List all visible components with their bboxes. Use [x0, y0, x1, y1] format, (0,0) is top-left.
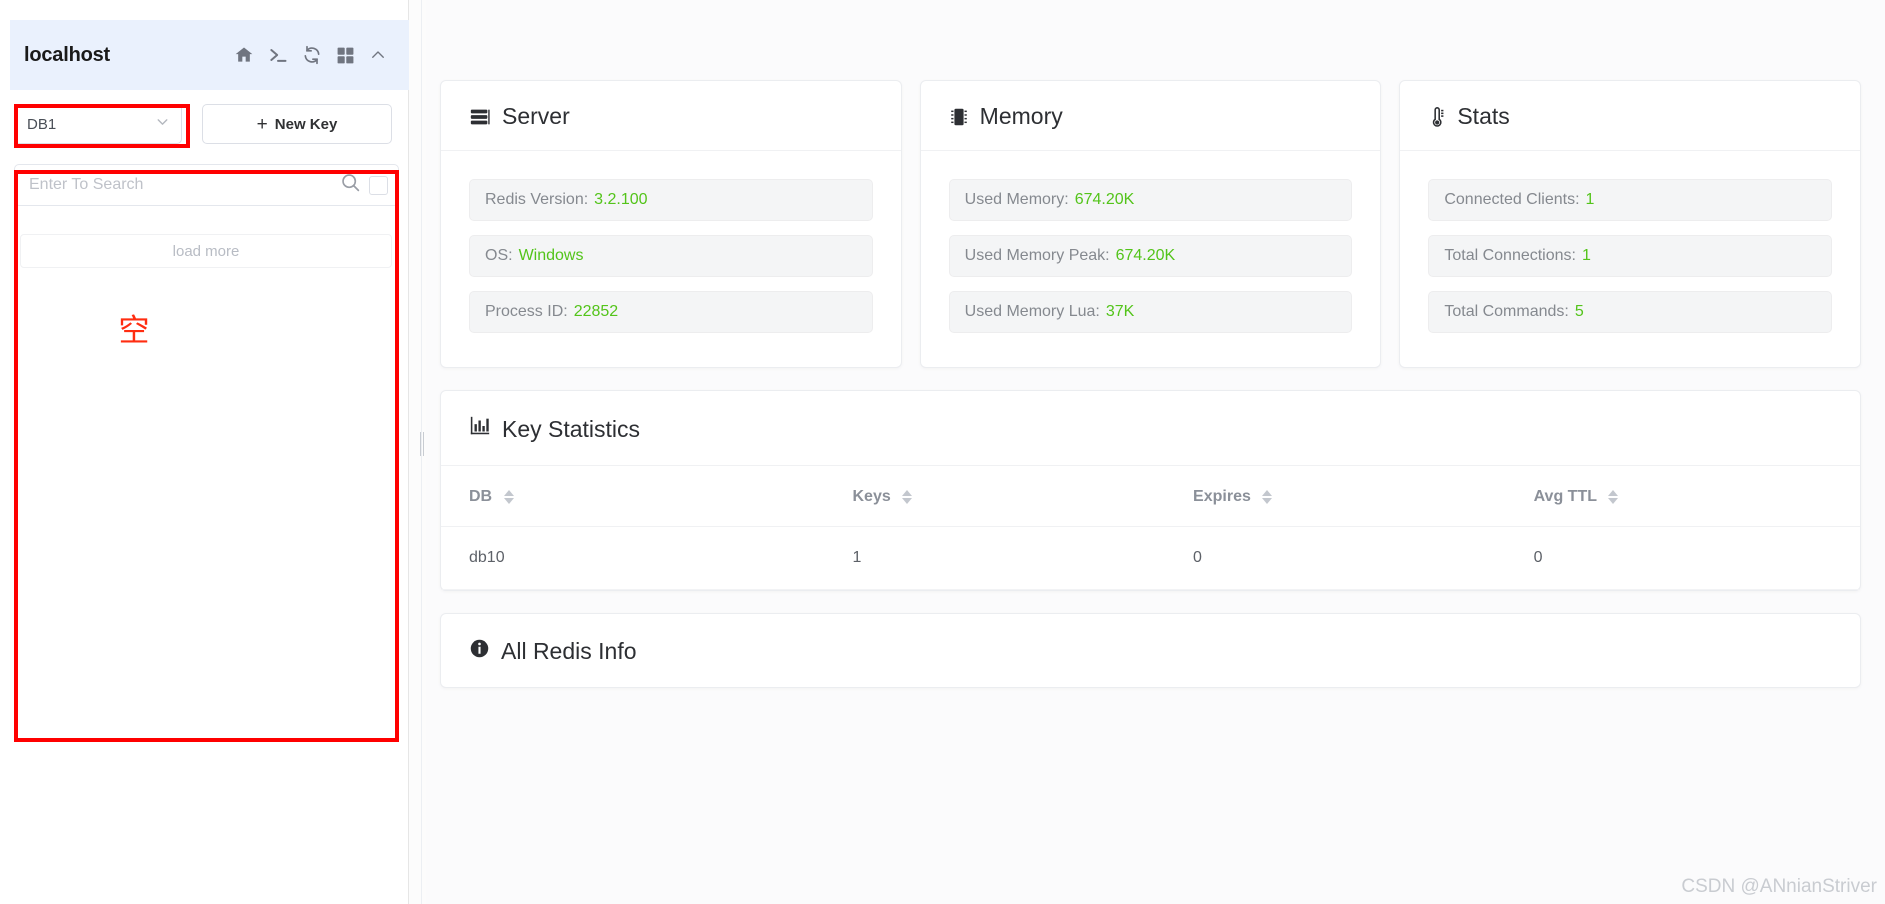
plus-icon: + — [256, 113, 268, 135]
info-value: 3.2.100 — [594, 191, 648, 208]
info-value: 22852 — [573, 303, 619, 320]
info-label: Used Memory: — [964, 191, 1069, 208]
stats-card-body: Connected Clients: 1 Total Connections: … — [1400, 151, 1860, 367]
new-key-label: New Key — [274, 115, 338, 133]
info-row: Connected Clients: 1 — [1428, 179, 1833, 221]
info-row: Total Connections: 1 — [1428, 235, 1833, 277]
info-row: Redis Version: 3.2.100 — [469, 179, 873, 221]
db-select[interactable]: DB1 — [14, 104, 182, 144]
stats-card-header: Stats — [1400, 81, 1861, 151]
key-statistics-panel: Key Statistics DB Keys Expires Avg TTL d… — [440, 390, 1861, 591]
stats-card: Stats Connected Clients: 1 Total Connect… — [1399, 80, 1862, 368]
info-value: 674.20K — [1074, 191, 1135, 208]
load-more-button[interactable]: load more — [20, 234, 392, 268]
sidebar-resize-handle[interactable] — [420, 432, 424, 456]
column-header-avg-ttl[interactable]: Avg TTL — [1533, 466, 1860, 527]
column-label: Keys — [852, 488, 891, 505]
sort-icon[interactable] — [1262, 489, 1273, 504]
info-label: Total Commands: — [1444, 303, 1569, 320]
terminal-icon[interactable] — [268, 45, 288, 65]
db-select-value: DB1 — [27, 115, 57, 133]
info-label: Total Connections: — [1444, 247, 1576, 264]
connection-host-label: localhost — [24, 43, 110, 66]
key-search-box[interactable]: Enter To Search — [14, 164, 399, 206]
sidebar-header-icons — [234, 45, 387, 65]
select-all-checkbox[interactable] — [369, 175, 388, 195]
column-label: DB — [469, 488, 493, 505]
info-row: Used Memory Lua: 37K — [948, 291, 1353, 333]
sort-icon[interactable] — [1608, 489, 1619, 504]
server-card-body: Redis Version: 3.2.100 OS: Windows Proce… — [441, 151, 901, 367]
info-value: 674.20K — [1115, 247, 1176, 264]
info-label: Connected Clients: — [1444, 191, 1580, 208]
all-redis-info-header: All Redis Info — [441, 614, 1860, 687]
memory-card: Memory Used Memory: 674.20K Used Memory … — [919, 80, 1382, 368]
info-cards-row: Server Redis Version: 3.2.100 OS: Window… — [440, 80, 1862, 368]
sidebar-actions-row: DB1 + New Key — [14, 104, 399, 144]
info-label: Used Memory Peak: — [964, 247, 1110, 264]
info-row: Total Commands: 5 — [1428, 291, 1833, 333]
table-row[interactable]: db10 1 0 0 — [441, 526, 1860, 590]
app-root: localhost DB1 + New Key Enter To Search … — [0, 0, 1885, 904]
column-label: Avg TTL — [1533, 488, 1597, 505]
server-card-title: Server — [502, 103, 570, 129]
home-icon[interactable] — [234, 45, 254, 65]
column-header-db[interactable]: DB — [441, 466, 853, 527]
info-value: 5 — [1574, 303, 1584, 320]
info-label: OS: — [485, 247, 513, 264]
table-head: DB Keys Expires Avg TTL — [441, 466, 1860, 527]
column-header-keys[interactable]: Keys — [852, 466, 1194, 527]
key-statistics-header: Key Statistics — [441, 391, 1860, 466]
grid-icon[interactable] — [336, 46, 355, 65]
chevron-up-icon[interactable] — [369, 46, 387, 64]
info-value: 1 — [1585, 191, 1595, 208]
new-key-button[interactable]: + New Key — [202, 104, 392, 144]
memory-card-title: Memory — [979, 103, 1063, 129]
cell-db: db10 — [441, 526, 853, 590]
cell-avg-ttl: 0 — [1533, 526, 1860, 590]
memory-chip-icon — [949, 106, 969, 128]
memory-card-header: Memory — [920, 81, 1381, 151]
cell-keys: 1 — [852, 526, 1194, 590]
all-redis-info-panel: All Redis Info — [440, 613, 1861, 688]
column-label: Expires — [1193, 488, 1251, 505]
info-value: 1 — [1581, 247, 1591, 264]
info-value: 37K — [1105, 303, 1135, 320]
search-input[interactable]: Enter To Search — [29, 176, 332, 194]
cell-expires: 0 — [1193, 526, 1534, 590]
thermometer-icon — [1428, 106, 1446, 128]
all-redis-info-title: All Redis Info — [501, 638, 637, 664]
refresh-icon[interactable] — [302, 45, 322, 65]
search-icon[interactable] — [340, 172, 361, 198]
table-header-row: DB Keys Expires Avg TTL — [441, 466, 1860, 527]
stats-card-title: Stats — [1457, 103, 1510, 129]
server-card-header: Server — [441, 81, 901, 151]
info-row: Used Memory: 674.20K — [948, 179, 1353, 221]
sidebar-connection-header: localhost — [10, 20, 409, 90]
memory-card-body: Used Memory: 674.20K Used Memory Peak: 6… — [921, 151, 1381, 367]
info-row: OS: Windows — [469, 235, 873, 277]
sort-icon[interactable] — [503, 489, 514, 504]
empty-state-glyph: 空 — [118, 313, 150, 349]
bar-chart-icon — [469, 415, 491, 443]
info-icon — [469, 638, 490, 665]
info-value: Windows — [518, 247, 584, 264]
info-row: Used Memory Peak: 674.20K — [948, 235, 1353, 277]
info-row: Process ID: 22852 — [469, 291, 873, 333]
watermark: CSDN @ANnianStriver — [1681, 876, 1877, 897]
info-label: Used Memory Lua: — [964, 303, 1100, 320]
key-statistics-table: DB Keys Expires Avg TTL db10 1 0 0 — [441, 466, 1860, 590]
table-body: db10 1 0 0 — [441, 526, 1860, 590]
server-card: Server Redis Version: 3.2.100 OS: Window… — [440, 80, 902, 368]
info-label: Process ID: — [485, 303, 568, 320]
sort-icon[interactable] — [902, 489, 913, 504]
sidebar: localhost DB1 + New Key Enter To Search … — [0, 0, 409, 904]
chevron-down-icon — [154, 114, 171, 135]
key-statistics-title: Key Statistics — [502, 415, 641, 442]
column-header-expires[interactable]: Expires — [1193, 466, 1534, 527]
info-label: Redis Version: — [485, 191, 589, 208]
server-icon — [469, 106, 491, 128]
main-content: Server Redis Version: 3.2.100 OS: Window… — [426, 0, 1885, 904]
